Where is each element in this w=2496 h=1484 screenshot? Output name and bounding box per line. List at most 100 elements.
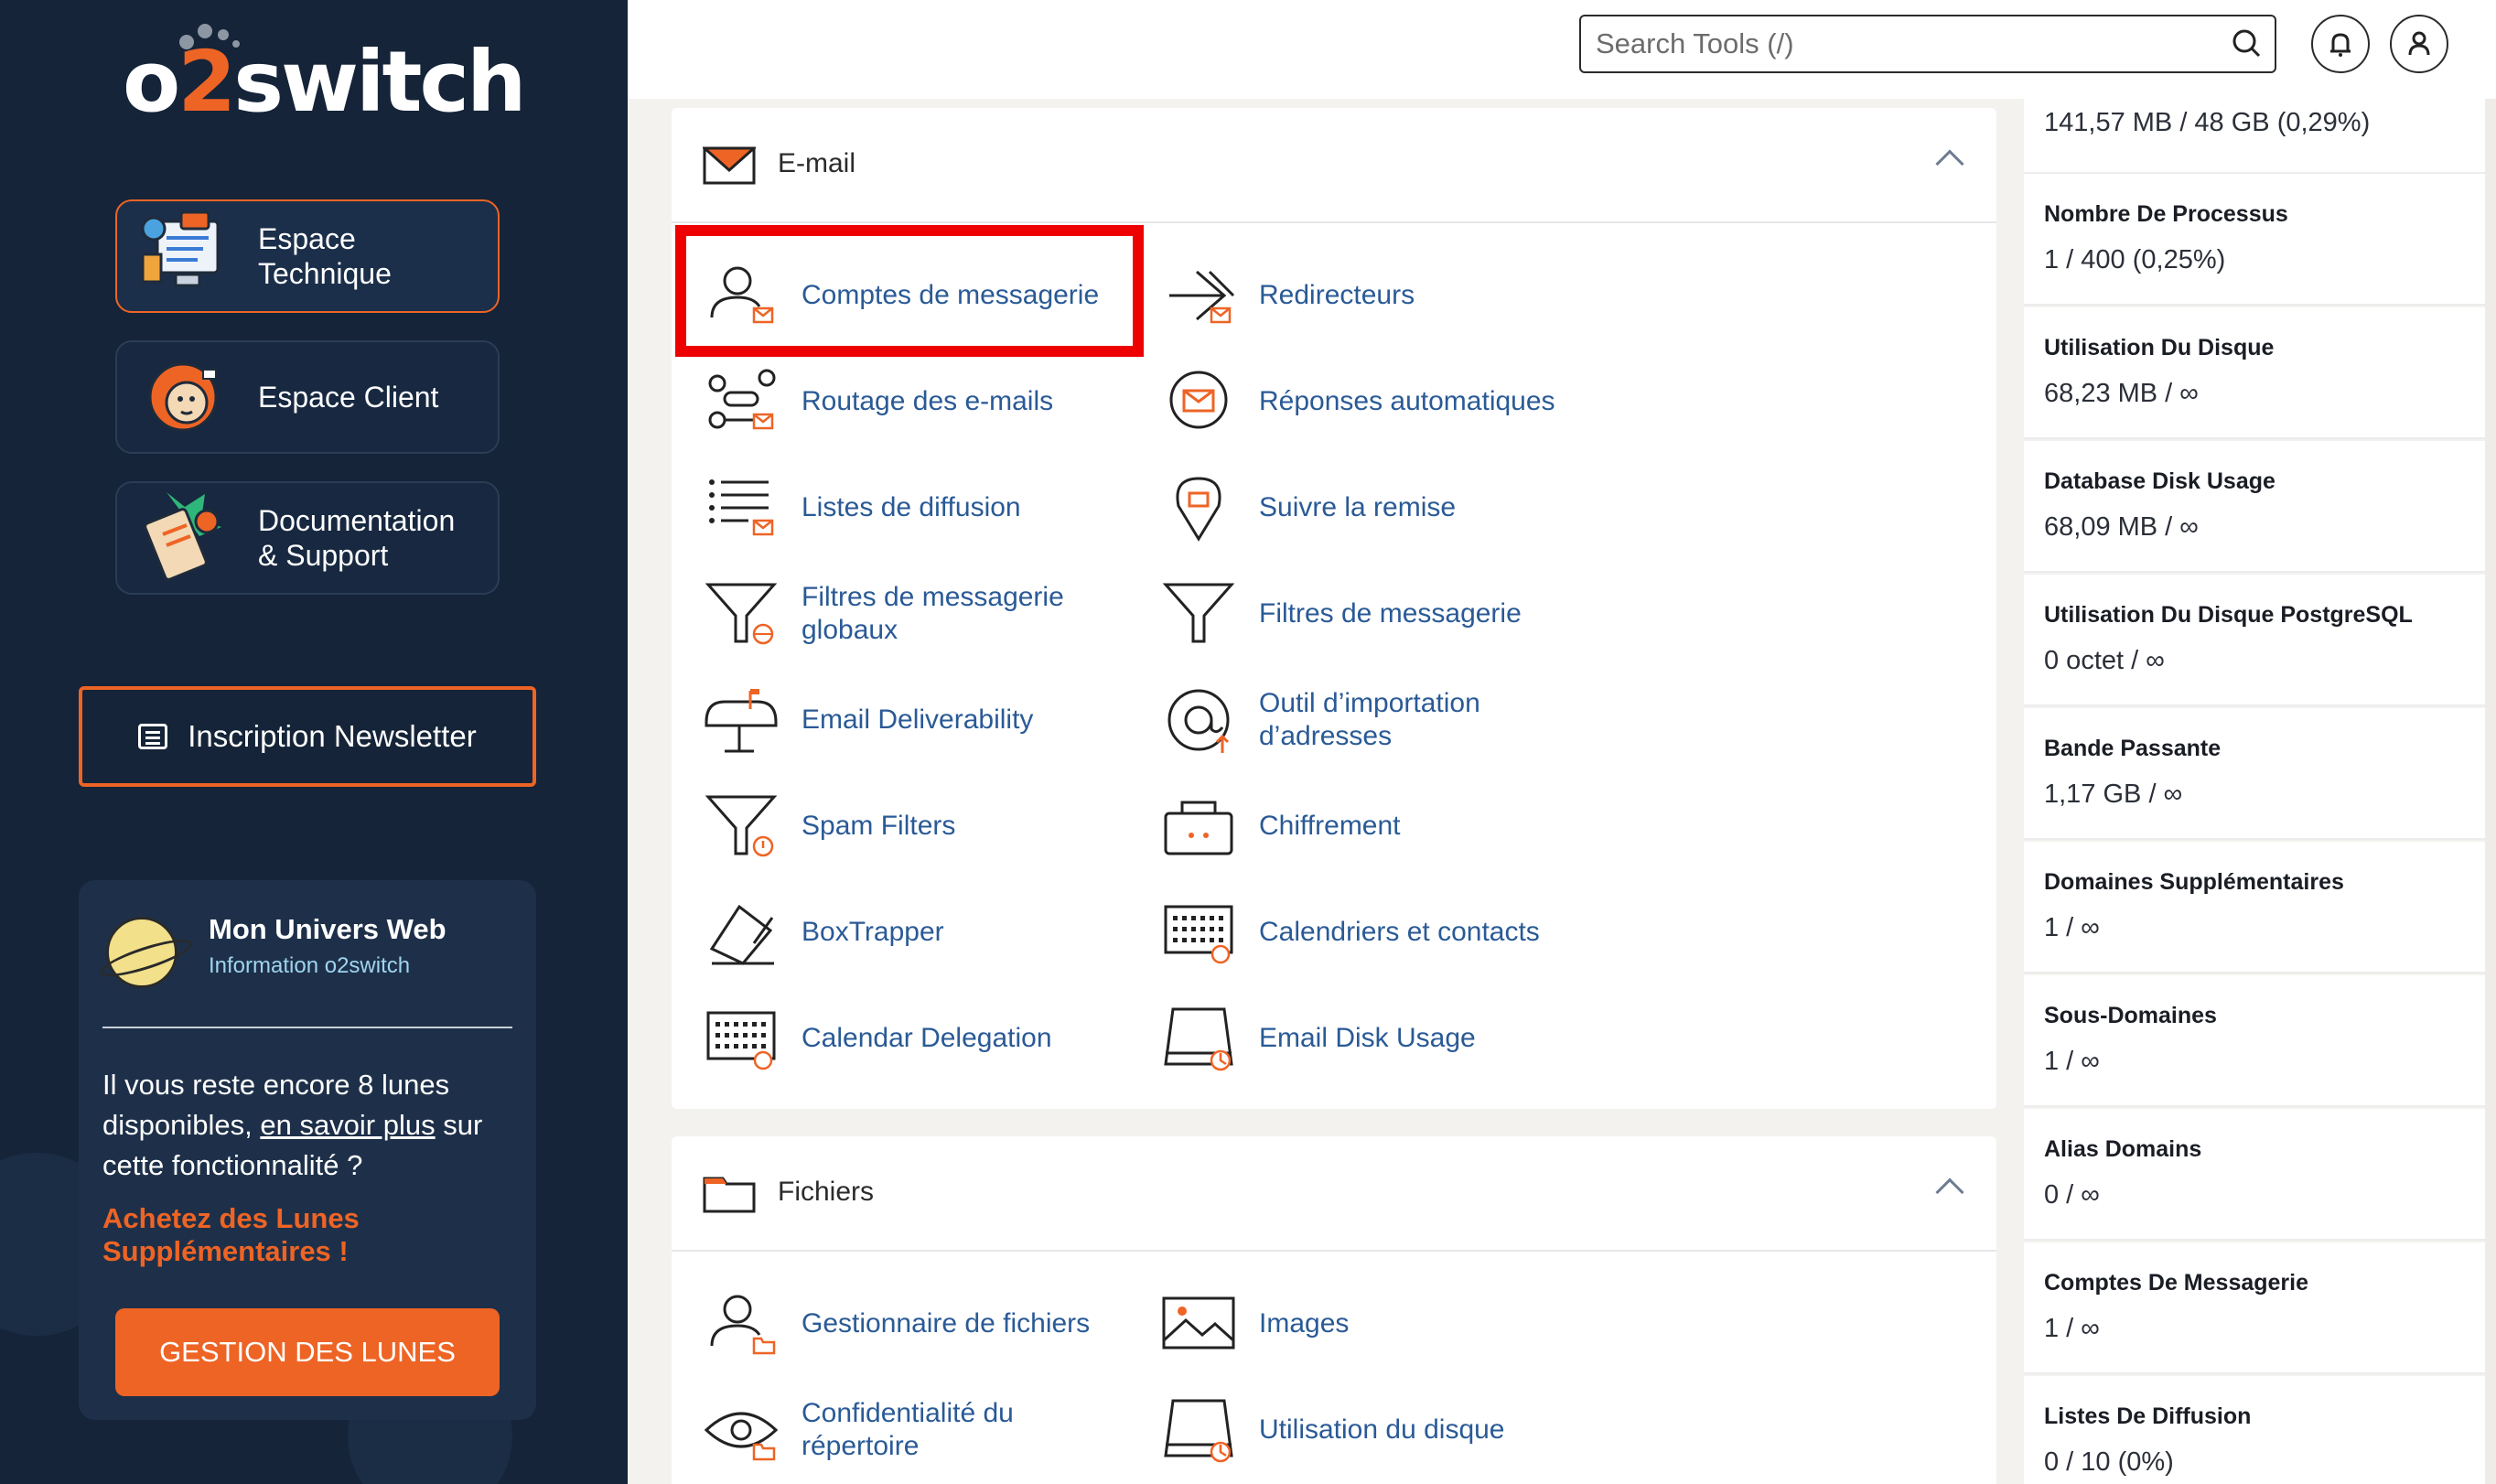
stat-item: Domaines Supplémentaires 1 / ∞ [2024, 842, 2485, 973]
collapse-chevron-icon[interactable] [1935, 1178, 1964, 1207]
tool-label: Spam Filters [802, 811, 956, 841]
nav-label: Espace Technique [258, 222, 392, 290]
files-panel-header[interactable]: Fichiers [672, 1136, 1996, 1252]
stat-label: Alias Domains [2044, 1136, 2202, 1162]
calendar-contacts-icon [1160, 894, 1237, 971]
disk-usage-icon [1160, 1392, 1237, 1468]
stat-label: Bande Passante [2044, 736, 2222, 761]
tool-disk-usage[interactable]: Utilisation du disque [1129, 1389, 1577, 1471]
tool-images[interactable]: Images [1129, 1283, 1577, 1365]
stat-label: Nombre De Processus [2044, 201, 2288, 227]
tool-label: Chiffrement [1259, 811, 1401, 841]
tool-calendar-contacts[interactable]: Calendriers et contacts [1129, 891, 1577, 973]
stat-value: 68,09 MB / ∞ [2044, 512, 2199, 542]
tool-label: Listes de diffusion [802, 492, 1021, 522]
notifications-button[interactable] [2311, 15, 2370, 73]
stat-label: Utilisation Du Disque PostgreSQL [2044, 602, 2413, 628]
moon-icon [106, 917, 178, 988]
encryption-icon [1160, 788, 1237, 865]
tool-encryption[interactable]: Chiffrement [1129, 785, 1577, 867]
mailbox-icon [703, 682, 780, 758]
autoresponder-icon [1160, 363, 1237, 440]
address-import-icon [1160, 682, 1237, 758]
univers-subtitle: Information o2switch [209, 953, 411, 978]
stat-item: 141,57 MB / 48 GB (0,29%) [2024, 99, 2485, 174]
tool-boxtrapper[interactable]: BoxTrapper [672, 891, 1120, 973]
stat-value: 1 / ∞ [2044, 1047, 2100, 1076]
newspaper-icon [138, 724, 168, 749]
track-delivery-icon [1160, 469, 1237, 546]
stat-value: 1 / ∞ [2044, 1314, 2100, 1343]
tool-label: Utilisation du disque [1259, 1414, 1505, 1445]
nav-documentation-support[interactable]: Documentation & Support [115, 481, 500, 595]
tool-forward-mail[interactable]: Redirecteurs [1129, 254, 1577, 337]
filter-icon [1160, 575, 1237, 652]
search-input[interactable] [1581, 16, 2220, 71]
folder-icon [703, 1177, 756, 1213]
tool-label: BoxTrapper [802, 917, 944, 947]
forward-mail-icon [1160, 257, 1237, 334]
tool-label: Outil d’importation d’adresses [1259, 688, 1480, 751]
user-menu-button[interactable] [2390, 15, 2448, 73]
directory-privacy-icon [703, 1392, 780, 1468]
tool-routing[interactable]: Routage des e-mails [672, 360, 1120, 443]
mailing-list-icon [703, 469, 780, 546]
newsletter-button[interactable]: Inscription Newsletter [79, 686, 536, 787]
tool-autoresponder[interactable]: Réponses automatiques [1129, 360, 1577, 443]
tool-mailbox[interactable]: Email Deliverability [672, 679, 1120, 761]
section-title: Fichiers [778, 1177, 875, 1207]
sidebar: o2switch Espace Technique Espace Client … [0, 0, 628, 1484]
nav-label: Documentation & Support [258, 504, 456, 572]
univers-web-card: Mon Univers Web Information o2switch Il … [79, 880, 536, 1420]
stat-item: Sous-Domaines 1 / ∞ [2024, 975, 2485, 1107]
univers-text: Il vous reste encore 8 lunes disponibles… [102, 1069, 483, 1181]
search-icon[interactable] [2220, 16, 2275, 71]
stat-value: 68,23 MB / ∞ [2044, 379, 2199, 408]
bell-icon [2330, 33, 2351, 57]
envelope-icon [703, 146, 756, 185]
stat-value: 141,57 MB / 48 GB (0,29%) [2044, 108, 2371, 137]
tool-label: Routage des e-mails [802, 386, 1054, 416]
tool-mailing-list[interactable]: Listes de diffusion [672, 467, 1120, 549]
stat-item: Bande Passante 1,17 GB / ∞ [2024, 708, 2485, 840]
stat-value: 1 / 400 (0,25%) [2044, 245, 2226, 274]
spam-filter-icon [703, 788, 780, 865]
stat-value: 0 octet / ∞ [2044, 646, 2165, 675]
tool-global-filter[interactable]: Filtres de messagerie globaux [672, 573, 1120, 655]
stat-value: 1 / ∞ [2044, 913, 2100, 942]
newsletter-label: Inscription Newsletter [188, 719, 477, 753]
tool-label: Redirecteurs [1259, 280, 1415, 310]
learn-more-link[interactable]: en savoir plus [260, 1109, 435, 1141]
tool-directory-privacy[interactable]: Confidentialité du répertoire [672, 1389, 1120, 1471]
o2switch-logo[interactable]: o2switch [123, 33, 527, 131]
boxtrapper-icon [703, 894, 780, 971]
manage-moons-button[interactable]: GESTION DES LUNES [115, 1308, 500, 1396]
tool-spam-filter[interactable]: Spam Filters [672, 785, 1120, 867]
tool-calendar-delegation[interactable]: Calendar Delegation [672, 997, 1120, 1080]
tool-label: Filtres de messagerie globaux [802, 582, 1064, 645]
collapse-chevron-icon[interactable] [1935, 149, 1964, 178]
lion-icon [130, 342, 240, 452]
highlight-box [675, 225, 1144, 357]
routing-icon [703, 363, 780, 440]
stat-label: Comptes De Messagerie [2044, 1270, 2309, 1296]
stat-item: Utilisation Du Disque 68,23 MB / ∞ [2024, 307, 2485, 439]
buy-moons-link[interactable]: Achetez des Lunes Supplémentaires ! [102, 1202, 505, 1268]
tool-filter[interactable]: Filtres de messagerie [1129, 573, 1577, 655]
tool-file-manager[interactable]: Gestionnaire de fichiers [672, 1283, 1120, 1365]
images-icon [1160, 1285, 1237, 1362]
tool-label: Email Disk Usage [1259, 1023, 1476, 1053]
stat-label: Database Disk Usage [2044, 468, 2275, 494]
tool-label: Gestionnaire de fichiers [802, 1308, 1091, 1339]
scrollbar[interactable] [2485, 99, 2496, 1484]
tool-track-delivery[interactable]: Suivre la remise [1129, 467, 1577, 549]
tool-email-disk[interactable]: Email Disk Usage [1129, 997, 1577, 1080]
tool-label: Réponses automatiques [1259, 386, 1555, 416]
stat-item: Listes De Diffusion 0 / 10 (0%) [2024, 1376, 2485, 1484]
nav-espace-technique[interactable]: Espace Technique [115, 199, 500, 313]
search-tools [1579, 15, 2276, 73]
tool-address-import[interactable]: Outil d’importation d’adresses [1129, 679, 1577, 761]
statistics-column: 141,57 MB / 48 GB (0,29%) Nombre De Proce… [2024, 99, 2496, 1484]
email-panel-header[interactable]: E-mail [672, 108, 1996, 223]
nav-espace-client[interactable]: Espace Client [115, 340, 500, 454]
